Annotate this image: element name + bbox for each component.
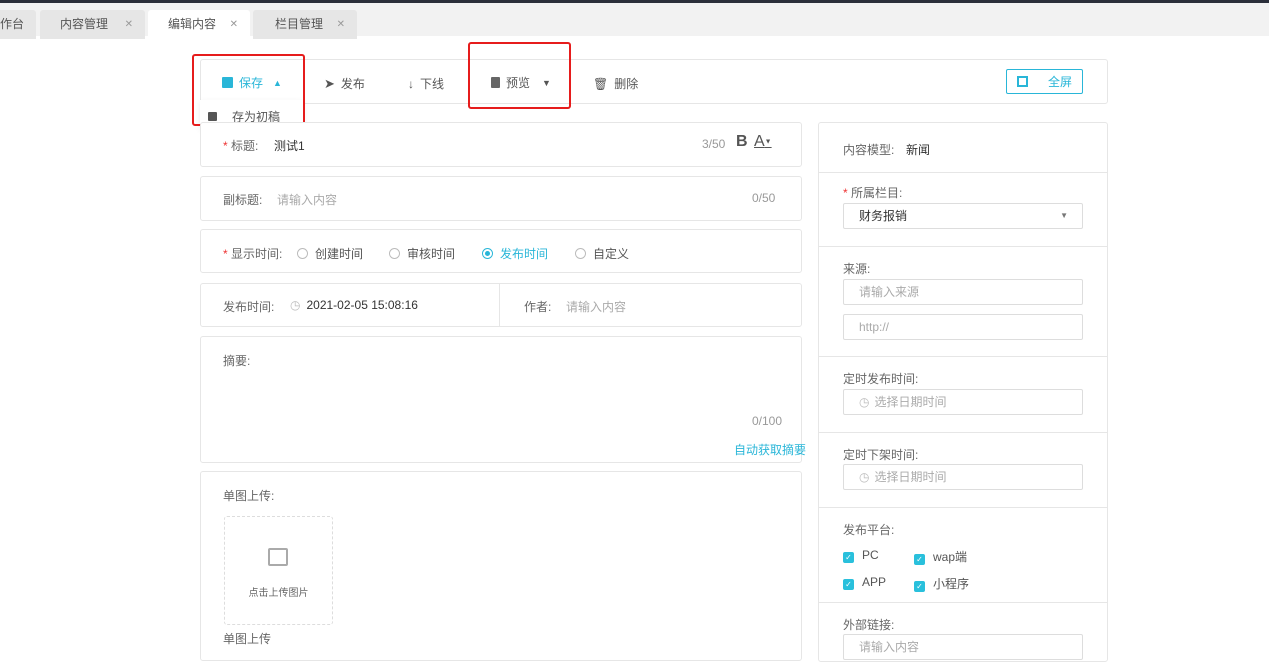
- auto-summary-link[interactable]: 自动获取摘要: [734, 441, 806, 458]
- author-input[interactable]: 请输入内容: [566, 298, 626, 315]
- subtitle-input[interactable]: 请输入内容: [277, 191, 337, 208]
- column-select[interactable]: 财务报销 ▼: [843, 203, 1083, 229]
- radio-custom[interactable]: 自定义: [575, 245, 629, 262]
- checkbox-pc[interactable]: ✓ PC: [843, 548, 879, 563]
- bold-button[interactable]: B: [736, 133, 748, 151]
- radio-review-time[interactable]: 审核时间: [389, 245, 455, 262]
- radio-created-time[interactable]: 创建时间: [297, 245, 363, 262]
- checkbox-miniprogram[interactable]: ✓ 小程序: [914, 575, 969, 592]
- title-count: 3/50: [702, 137, 726, 151]
- image-add-icon: [268, 548, 288, 566]
- upload-image-button[interactable]: 点击上传图片: [224, 516, 333, 625]
- title-input[interactable]: 测试1: [274, 137, 305, 154]
- source-input[interactable]: 请输入来源: [843, 279, 1083, 305]
- highlight-box: [192, 54, 305, 126]
- send-icon: ➤: [324, 75, 335, 91]
- offline-button[interactable]: ↓ 下线: [408, 75, 444, 92]
- clock-icon: ◷: [290, 298, 301, 312]
- schedule-offline-picker[interactable]: ◷ 选择日期时间: [843, 464, 1083, 490]
- tab-bar: 作台 内容管理 ✕ 编辑内容 ✕ 栏目管理 ✕: [0, 3, 1269, 39]
- clock-icon: ◷: [859, 470, 870, 484]
- schedule-publish-picker[interactable]: ◷ 选择日期时间: [843, 389, 1083, 415]
- delete-button[interactable]: 🗑 删除: [593, 75, 638, 92]
- summary-textarea[interactable]: [200, 336, 802, 463]
- trash-icon: 🗑: [593, 76, 609, 91]
- source-url-input[interactable]: http://: [843, 314, 1083, 340]
- tab-edit-content[interactable]: 编辑内容 ✕: [148, 10, 250, 39]
- tab-workbench[interactable]: 作台: [0, 10, 36, 39]
- fullscreen-button[interactable]: 全屏: [1006, 69, 1083, 94]
- close-icon[interactable]: ✕: [337, 10, 345, 39]
- tab-column-management[interactable]: 栏目管理 ✕: [253, 10, 357, 39]
- caret-down-icon: ▼: [1060, 211, 1068, 220]
- publish-time-picker[interactable]: ◷ 2021-02-05 15:08:16: [290, 298, 418, 312]
- tab-content-management[interactable]: 内容管理 ✕: [40, 10, 145, 39]
- font-color-button[interactable]: A▼: [754, 133, 772, 151]
- clock-icon: ◷: [859, 395, 870, 409]
- highlight-box: [468, 42, 571, 109]
- close-icon[interactable]: ✕: [230, 10, 238, 39]
- arrow-down-icon: ↓: [408, 76, 414, 91]
- checkbox-wap[interactable]: ✓ wap端: [914, 548, 967, 565]
- radio-publish-time[interactable]: 发布时间: [482, 245, 548, 262]
- publish-button[interactable]: ➤ 发布: [324, 75, 365, 92]
- fullscreen-icon: [1016, 76, 1028, 87]
- external-link-input[interactable]: 请输入内容: [843, 634, 1083, 660]
- checkbox-app[interactable]: ✓ APP: [843, 575, 886, 590]
- caret-down-icon: ▼: [764, 138, 772, 146]
- close-icon[interactable]: ✕: [125, 10, 133, 39]
